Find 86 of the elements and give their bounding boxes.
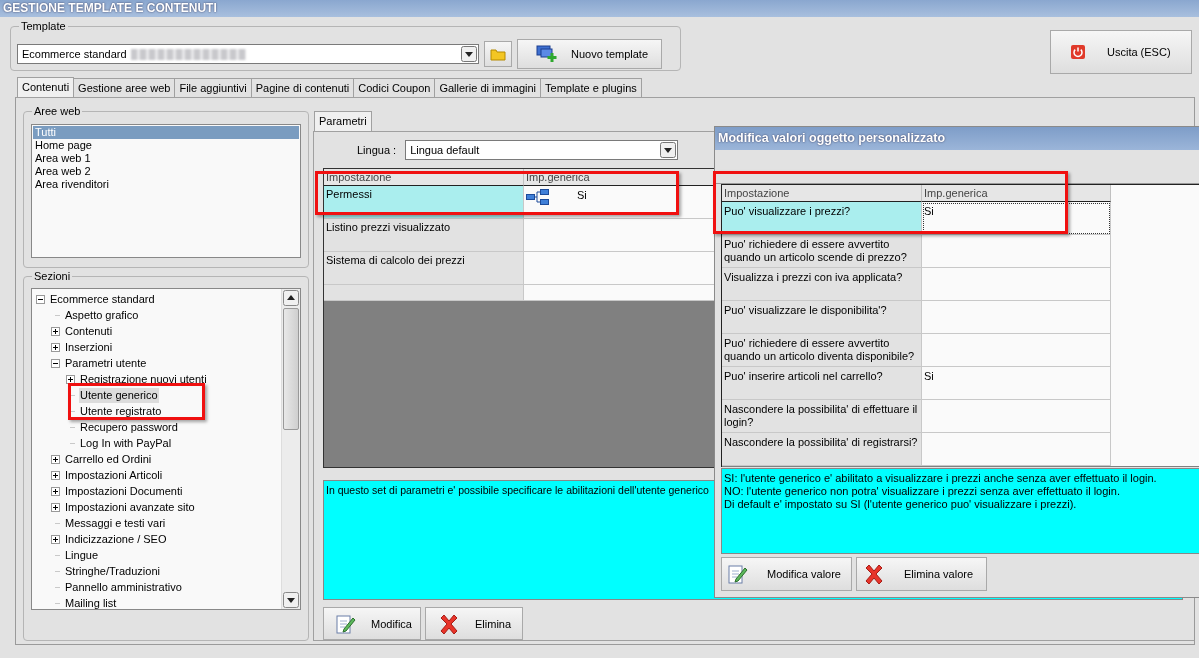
expand-icon[interactable] [51, 502, 60, 512]
tree-item[interactable]: Recupero password [79, 419, 179, 435]
collapse-icon[interactable] [36, 294, 45, 304]
new-template-button[interactable]: Nuovo template [517, 39, 662, 69]
table-cell[interactable]: Puo' visualizzare i prezzi? [722, 202, 922, 235]
tree-item[interactable]: Parametri utente [64, 355, 148, 371]
table-cell[interactable]: Listino prezzi visualizzato [324, 219, 524, 252]
list-item[interactable]: Area web 1 [33, 152, 299, 165]
table-cell[interactable]: Si [922, 202, 1111, 235]
tree-item[interactable]: Log In with PayPal [79, 435, 173, 451]
tree-item[interactable]: Indicizzazione / SEO [64, 531, 168, 547]
table-cell[interactable]: Nascondere la possibilita' di effettuare il login? [722, 400, 922, 433]
delete-button[interactable]: Elimina [425, 607, 523, 640]
table-cell[interactable]: Si [922, 367, 1111, 400]
dialog-title: Modifica valori oggetto personalizzato [718, 131, 946, 145]
scrollbar[interactable] [281, 289, 300, 609]
language-label: Lingua : [357, 144, 397, 156]
tree-item[interactable]: Aspetto grafico [64, 307, 140, 323]
expand-icon[interactable] [51, 326, 60, 336]
tree-item[interactable]: Carrello ed Ordini [64, 451, 153, 467]
power-icon [1071, 45, 1085, 59]
tree-item[interactable]: Utente registrato [79, 403, 163, 419]
list-item[interactable]: Area web 2 [33, 165, 299, 178]
tree-item[interactable]: Contenuti [64, 323, 114, 339]
expand-icon[interactable] [51, 486, 60, 496]
cell-value: Si [577, 188, 587, 201]
tree-item[interactable]: Registrazione nuovi utenti [79, 371, 208, 387]
hierarchy-icon [526, 188, 550, 206]
window-title: GESTIONE TEMPLATE E CONTENUTI [3, 1, 217, 15]
table-cell[interactable]: Visualizza i prezzi con iva applicata? [722, 268, 922, 301]
table-cell[interactable]: Nascondere la possibilita' di registrarsi? [722, 433, 922, 466]
table-cell[interactable]: Puo' richiedere di essere avvertito quando un articolo diventa disponibile? [722, 334, 922, 367]
column-header: Impostazione [722, 185, 922, 202]
tree-item[interactable]: Inserzioni [64, 339, 114, 355]
table-cell[interactable]: Sistema di calcolo dei prezzi [324, 252, 524, 285]
delete-value-button[interactable]: Elimina valore [856, 557, 987, 591]
expand-icon[interactable] [66, 374, 75, 384]
tab[interactable]: Contenuti [17, 77, 75, 97]
tree-item[interactable]: Utente generico [79, 387, 159, 403]
description-text: Di default e' impostato su SI (l'utente generico puo' visualizzare i prezzi). [724, 498, 1078, 511]
scroll-thumb[interactable] [283, 308, 299, 430]
tree-item[interactable]: Messaggi e testi vari [64, 515, 167, 531]
tab[interactable]: Codici Coupon [353, 78, 436, 97]
description-text: SI: l'utente generico e' abilitato a visualizzare i prezzi anche senza aver effettuato il login. [724, 472, 1158, 485]
tab[interactable]: Parametri [314, 111, 372, 131]
expand-icon[interactable] [51, 342, 60, 352]
table-cell[interactable]: Puo' visualizzare le disponibilita'? [722, 301, 922, 334]
expand-icon[interactable] [51, 470, 60, 480]
group-label: Template [19, 19, 68, 33]
expand-icon[interactable] [51, 534, 60, 544]
tab[interactable]: File aggiuntivi [174, 78, 252, 97]
delete-icon [863, 563, 885, 585]
tree-item[interactable]: Impostazioni avanzate sito [64, 499, 196, 515]
group-label: Sezioni [32, 269, 73, 283]
description-text: NO: l'utente generico non potra' visualizzare i prezzi senza aver effettuato il login. [724, 485, 1121, 498]
delete-icon [438, 612, 460, 635]
tree-item[interactable]: Impostazioni Documenti [64, 483, 184, 499]
template-dropdown[interactable]: Ecommerce standard [17, 44, 479, 64]
scroll-down-icon[interactable] [283, 592, 299, 608]
tab[interactable]: Template e plugins [540, 78, 642, 97]
column-header: Imp.generica [922, 185, 1111, 202]
tree-item[interactable]: Lingue [64, 547, 100, 563]
folder-icon [490, 47, 506, 61]
tree-item[interactable]: Mailing list [64, 595, 118, 609]
expand-icon[interactable] [51, 454, 60, 464]
tree-item[interactable]: Ecommerce standard [49, 291, 156, 307]
edit-icon [336, 612, 356, 635]
collapse-icon[interactable] [51, 358, 60, 368]
tree-item[interactable]: Impostazioni Articoli [64, 467, 164, 483]
table-cell[interactable]: Puo' inserire articoli nel carrello? [722, 367, 922, 400]
edit-value-button[interactable]: Modifica valore [721, 557, 852, 591]
tab[interactable]: Pagine di contenuti [250, 78, 355, 97]
group-label: Aree web [32, 104, 83, 118]
description-text: In questo set di parametri e' possibile specificare le abilitazioni dell'utente generico [326, 484, 709, 496]
edit-icon [728, 563, 748, 585]
exit-button[interactable]: Uscita (ESC) [1050, 30, 1192, 74]
language-dropdown[interactable]: Lingua default [405, 140, 679, 160]
edit-button[interactable]: Modifica [323, 607, 421, 640]
new-window-icon [536, 45, 558, 63]
tree-item[interactable]: Pannello amministrativo [64, 579, 183, 595]
table-cell[interactable]: Puo' richiedere di essere avvertito quando un articolo scende di prezzo? [722, 235, 922, 268]
list-item[interactable]: Area rivenditori [33, 178, 299, 191]
list-item[interactable]: Home page [33, 139, 299, 152]
scroll-up-icon[interactable] [283, 290, 299, 306]
tab[interactable]: Gallerie di immagini [434, 78, 542, 97]
tree-item[interactable]: Stringhe/Traduzioni [64, 563, 161, 579]
